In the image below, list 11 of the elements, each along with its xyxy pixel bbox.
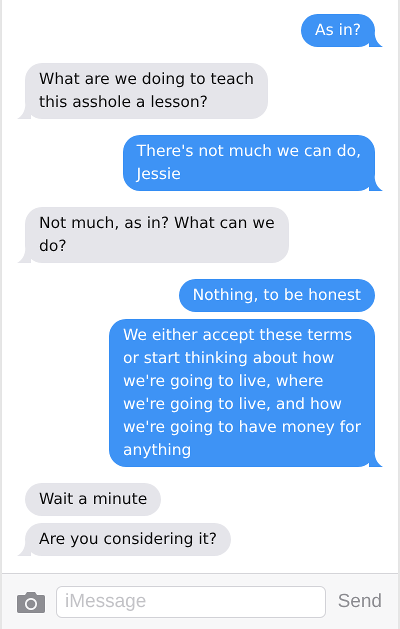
bubble-tail — [17, 249, 31, 263]
bubble-tail — [369, 177, 383, 191]
bubble-tail — [17, 542, 31, 556]
message-bubble: Nothing, to be honest — [178, 279, 375, 312]
bubble-tail — [369, 33, 383, 47]
send-button[interactable]: Send — [336, 590, 384, 612]
bubble-tail — [369, 453, 383, 467]
camera-icon[interactable] — [16, 590, 46, 612]
bubble-tail — [17, 105, 31, 119]
message-input[interactable]: iMessage — [56, 586, 326, 618]
message-bubble: Wait a minute — [25, 483, 162, 516]
